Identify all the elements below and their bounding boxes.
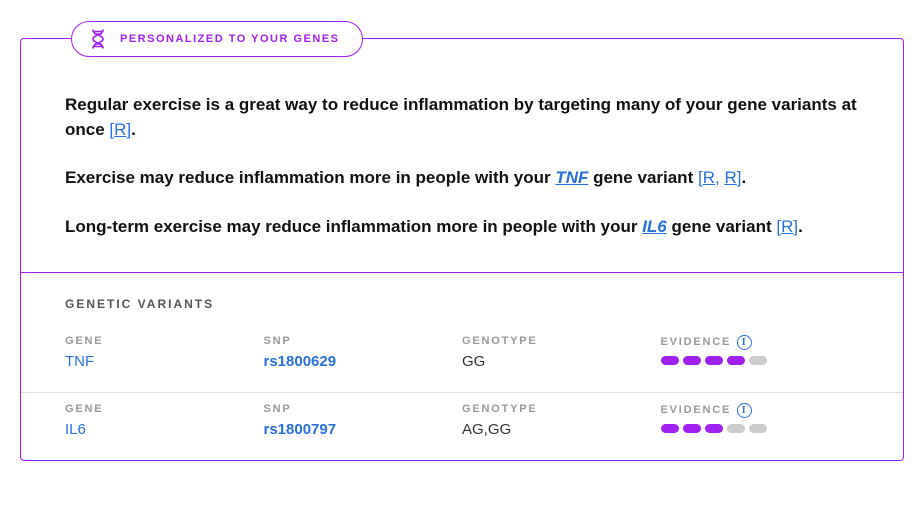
evidence-pills	[661, 356, 860, 365]
personalized-badge: PERSONALIZED TO YOUR GENES	[71, 21, 363, 57]
statement: Regular exercise is a great way to reduc…	[65, 93, 859, 142]
info-icon[interactable]: i	[737, 403, 752, 418]
gene-value[interactable]: TNF	[65, 353, 264, 370]
genotype-value: AG,GG	[462, 421, 661, 438]
col-snp: SNP rs1800629	[264, 335, 463, 370]
genotype-value: GG	[462, 353, 661, 370]
evidence-pill	[661, 424, 679, 433]
variant-row: GENE TNF SNP rs1800629 GENOTYPE GG EVIDE…	[21, 325, 903, 393]
evidence-pill	[705, 356, 723, 365]
evidence-pill	[749, 424, 767, 433]
evidence-pill	[683, 424, 701, 433]
gene-link-il6[interactable]: IL6	[642, 217, 667, 236]
variants-title: GENETIC VARIANTS	[21, 273, 903, 325]
variants-section: GENETIC VARIANTS GENE TNF SNP rs1800629 …	[21, 272, 903, 460]
evidence-pill	[705, 424, 723, 433]
snp-value[interactable]: rs1800797	[264, 421, 463, 438]
evidence-pill	[727, 356, 745, 365]
col-evidence: EVIDENCE i	[661, 403, 860, 438]
col-genotype: GENOTYPE GG	[462, 335, 661, 370]
reference-link[interactable]: R	[114, 120, 126, 139]
col-evidence: EVIDENCE i	[661, 335, 860, 370]
evidence-pill	[661, 356, 679, 365]
info-icon[interactable]: i	[737, 335, 752, 350]
evidence-pills	[661, 424, 860, 433]
col-snp: SNP rs1800797	[264, 403, 463, 438]
reference-link[interactable]: R	[724, 168, 736, 187]
col-gene: GENE IL6	[65, 403, 264, 438]
statement: Exercise may reduce inflammation more in…	[65, 166, 859, 191]
dna-icon	[90, 29, 106, 49]
gene-link-tnf[interactable]: TNF	[555, 168, 588, 187]
snp-value[interactable]: rs1800629	[264, 353, 463, 370]
col-gene: GENE TNF	[65, 335, 264, 370]
gene-value[interactable]: IL6	[65, 421, 264, 438]
evidence-pill	[727, 424, 745, 433]
card-body: Regular exercise is a great way to reduc…	[21, 39, 903, 272]
reference-link[interactable]: R	[781, 217, 793, 236]
evidence-pill	[749, 356, 767, 365]
statement: Long-term exercise may reduce inflammati…	[65, 215, 859, 240]
col-genotype: GENOTYPE AG,GG	[462, 403, 661, 438]
variant-row: GENE IL6 SNP rs1800797 GENOTYPE AG,GG EV…	[21, 393, 903, 460]
reference-link[interactable]: R	[703, 168, 715, 187]
evidence-pill	[683, 356, 701, 365]
badge-label: PERSONALIZED TO YOUR GENES	[120, 33, 340, 45]
personalized-card: PERSONALIZED TO YOUR GENES Regular exerc…	[20, 38, 904, 461]
